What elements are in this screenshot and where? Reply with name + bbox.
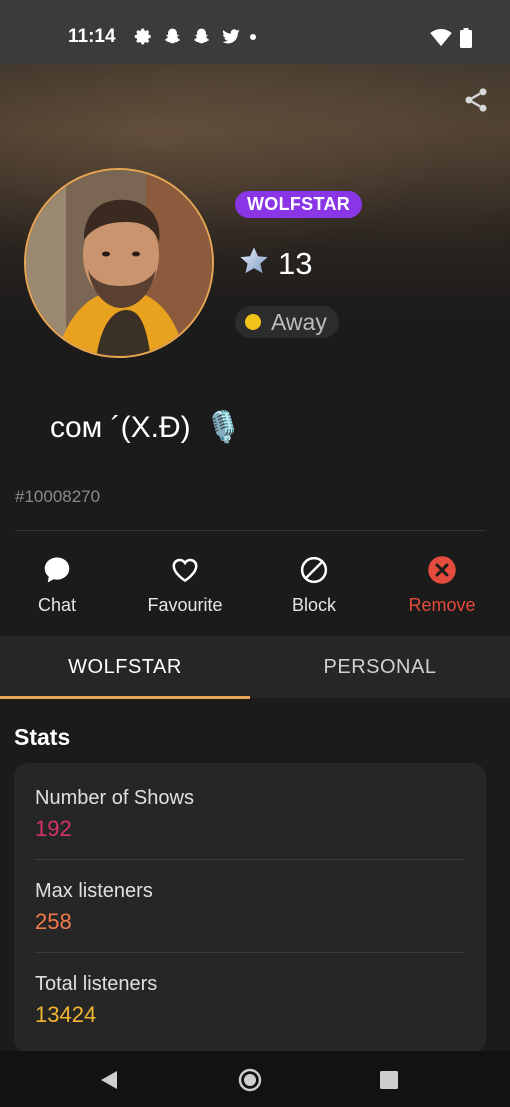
- user-id: #10008270: [15, 487, 101, 506]
- notification-icons: [134, 27, 256, 46]
- remove-button[interactable]: Remove: [387, 555, 497, 616]
- stat-value: 258: [35, 909, 72, 934]
- dot-icon: [250, 33, 256, 40]
- stat-label: Total listeners: [35, 973, 158, 995]
- avatar[interactable]: [24, 168, 214, 358]
- divider: [15, 530, 486, 531]
- system-icons: [430, 28, 472, 53]
- share-icon[interactable]: [462, 86, 490, 114]
- stat-label: Number of Shows: [35, 787, 194, 809]
- tab-wolfstar[interactable]: WOLFSTAR: [0, 636, 250, 698]
- block-icon: [299, 555, 329, 585]
- stat-value: 13424: [35, 1002, 97, 1027]
- stats-card: Number of Shows 192 Max listeners 258 To…: [14, 763, 486, 1053]
- username-text: ᴄᴏᴍ ´(X.Ɖ): [50, 410, 191, 444]
- phone-screen: 11:14 WOLFSTAR 13 Away ᴄᴏᴍ ´(X.Ɖ) 🎙️ #10…: [0, 0, 510, 1107]
- system-nav-bar: [0, 1051, 510, 1107]
- stat-label: Max listeners: [35, 880, 153, 902]
- star-count: 13: [238, 245, 312, 282]
- action-bar: Chat Favourite Block Remove: [0, 555, 510, 625]
- star-count-value: 13: [278, 245, 313, 281]
- stat-number-of-shows: Number of Shows 192: [35, 787, 194, 842]
- twitter-icon: [221, 27, 240, 46]
- heart-icon: [170, 555, 200, 585]
- chat-label: Chat: [37, 595, 77, 615]
- gear-icon: [134, 27, 153, 46]
- chat-bubble-icon: [42, 555, 72, 585]
- back-icon[interactable]: [97, 1068, 121, 1092]
- stat-value: 192: [35, 816, 72, 841]
- battery-icon: [460, 28, 472, 53]
- wifi-icon: [430, 29, 452, 52]
- tab-personal[interactable]: PERSONAL: [250, 636, 510, 698]
- remove-label: Remove: [408, 595, 476, 615]
- block-button[interactable]: Block: [259, 555, 369, 616]
- microphone-icon: 🎙️: [204, 411, 242, 444]
- favourite-button[interactable]: Favourite: [130, 555, 240, 616]
- role-badge: WOLFSTAR: [235, 191, 363, 218]
- status-dot-icon: [245, 314, 261, 330]
- snapchat-icon: [192, 27, 211, 46]
- divider: [35, 952, 465, 953]
- status-bar: 11:14: [0, 0, 510, 64]
- stat-total-listeners: Total listeners 13424: [35, 973, 157, 1028]
- snapchat-icon: [163, 27, 182, 46]
- home-icon[interactable]: [238, 1068, 262, 1092]
- remove-icon: [427, 555, 457, 585]
- block-label: Block: [291, 595, 336, 615]
- tab-bar: WOLFSTAR PERSONAL: [0, 636, 510, 698]
- status-badge: Away: [235, 306, 339, 338]
- recents-icon[interactable]: [377, 1068, 401, 1092]
- star-icon: [238, 245, 270, 282]
- favourite-label: Favourite: [147, 595, 223, 615]
- chat-button[interactable]: Chat: [2, 555, 112, 616]
- status-time: 11:14: [68, 26, 116, 47]
- stats-title: Stats: [14, 724, 71, 750]
- stat-max-listeners: Max listeners 258: [35, 880, 153, 935]
- username: ᴄᴏᴍ ´(X.Ɖ) 🎙️: [50, 410, 242, 445]
- status-text: Away: [271, 308, 327, 335]
- divider: [35, 859, 465, 860]
- tab-indicator: [0, 696, 250, 699]
